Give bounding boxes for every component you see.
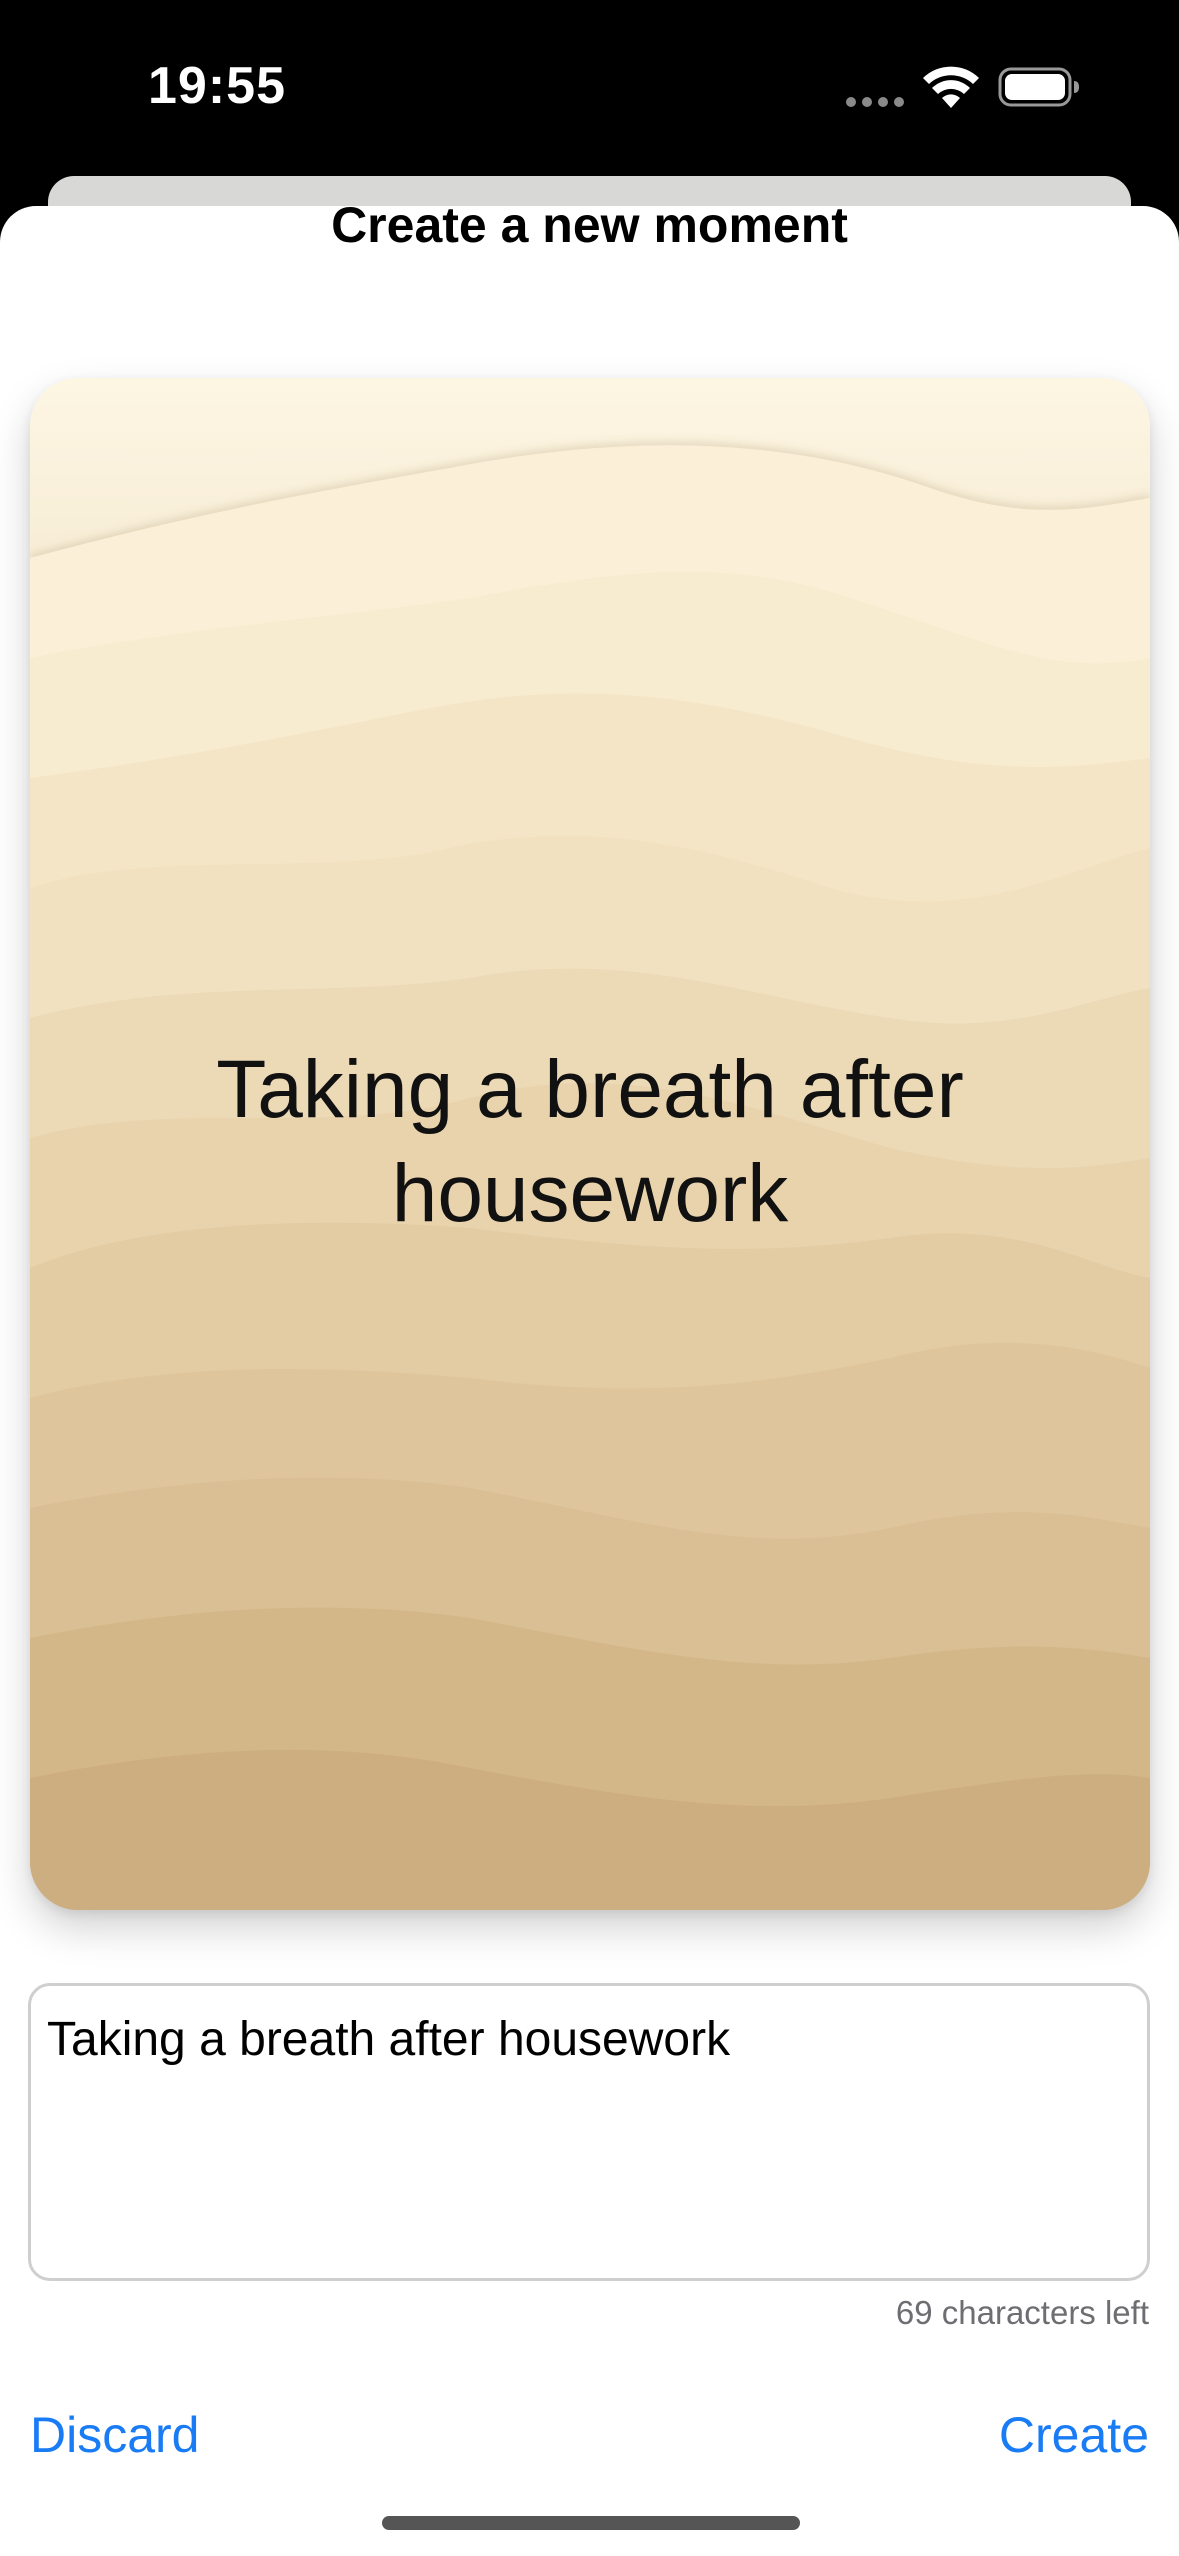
sheet-title: Create a new moment [331, 197, 848, 253]
characters-left-counter: 69 characters left [895, 2294, 1149, 2331]
screen: 19:55 Create a new moment Taking a breat… [0, 0, 1179, 2556]
battery-icon [998, 67, 1079, 107]
card-text: Taking a breath after housework [216, 1044, 964, 1239]
home-indicator[interactable] [382, 2516, 800, 2530]
signal-dots-icon [846, 97, 904, 107]
discard-button[interactable]: Discard [30, 2406, 199, 2464]
create-button[interactable]: Create [999, 2406, 1149, 2464]
wifi-icon [923, 66, 979, 108]
moment-text-input[interactable]: Taking a breath after housework [28, 1983, 1150, 2281]
status-time: 19:55 [148, 57, 286, 115]
status-bar: 19:55 [0, 0, 1179, 170]
moment-card-preview: Taking a breath after housework [30, 378, 1150, 1910]
